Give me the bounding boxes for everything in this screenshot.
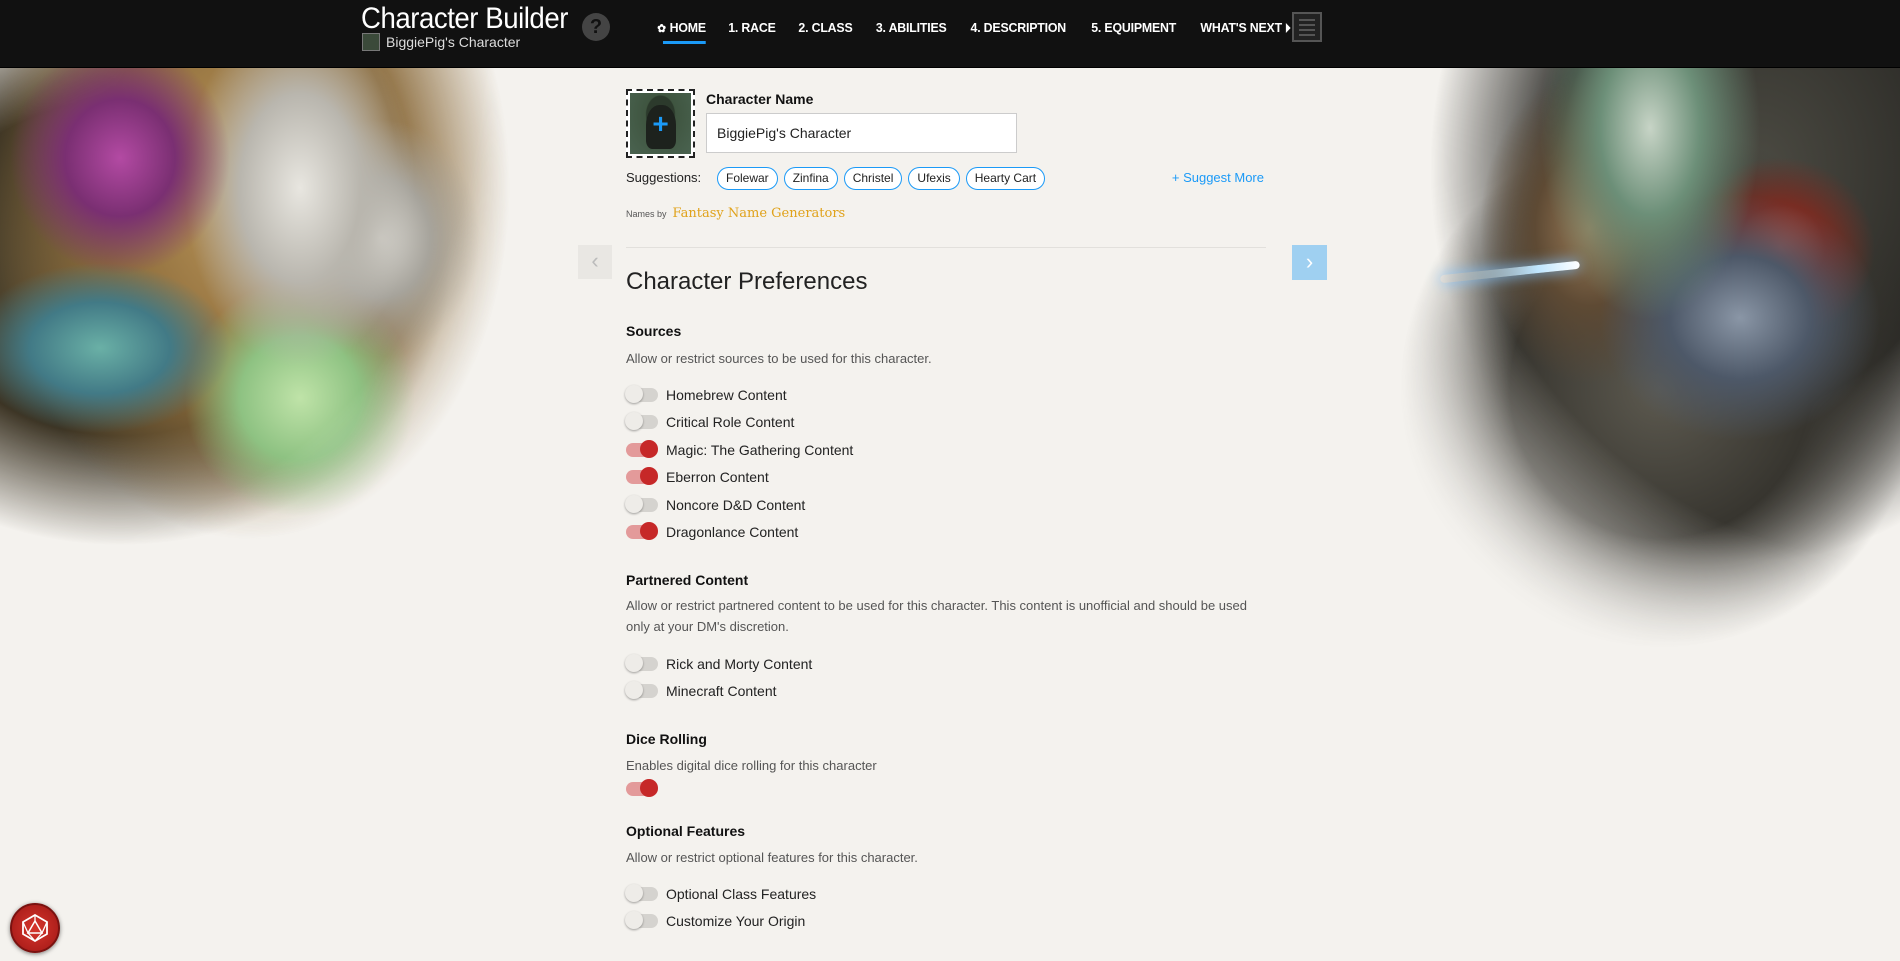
suggestion-chip[interactable]: Folewar — [717, 167, 778, 190]
sources-title: Sources — [626, 323, 682, 339]
plus-icon: + — [652, 108, 669, 139]
toggle-rick-and-morty[interactable]: Rick and Morty Content — [625, 654, 812, 674]
toggle-switch[interactable] — [625, 884, 658, 902]
optional-features-description: Allow or restrict optional features for … — [626, 850, 918, 865]
toggle-switch[interactable] — [626, 467, 658, 485]
background-dice-art — [0, 68, 620, 688]
dice-rolling-description: Enables digital dice rolling for this ch… — [626, 758, 877, 773]
toggle-critical-role[interactable]: Critical Role Content — [625, 412, 794, 432]
partnered-title: Partnered Content — [626, 572, 749, 588]
gear-icon: ✿ — [657, 23, 666, 35]
nav-class[interactable]: 2. CLASS — [789, 0, 862, 68]
toggle-minecraft[interactable]: Minecraft Content — [625, 681, 777, 701]
nav-equipment[interactable]: 5. EQUIPMENT — [1082, 0, 1186, 68]
character-name-label: Character Name — [706, 91, 814, 107]
character-name-input[interactable] — [706, 113, 1017, 153]
builder-nav: ✿ HOME 1. RACE 2. CLASS 3. ABILITIES 4. D… — [646, 0, 1303, 68]
nav-description[interactable]: 4. DESCRIPTION — [961, 0, 1075, 68]
character-subtitle-name: BiggiePig's Character — [386, 34, 521, 50]
optional-features-title: Optional Features — [626, 823, 746, 839]
toggle-magic-the-gathering[interactable]: Magic: The Gathering Content — [626, 440, 853, 460]
suggestion-chip[interactable]: Zinfina — [783, 167, 838, 190]
nav-race[interactable]: 1. RACE — [719, 0, 785, 68]
toggle-switch[interactable] — [625, 681, 658, 699]
suggestion-chips: Folewar Zinfina Christel Ufexis Hearty C… — [717, 167, 1046, 190]
app-title: Character Builder — [361, 2, 568, 35]
prev-page-button[interactable]: ‹ — [578, 245, 612, 279]
partnered-description: Allow or restrict partnered content to b… — [626, 598, 1247, 634]
toggle-customize-origin[interactable]: Customize Your Origin — [625, 911, 805, 931]
toggle-switch[interactable] — [626, 522, 658, 540]
suggestion-chip[interactable]: Christel — [843, 167, 903, 190]
toggle-dragonlance[interactable]: Dragonlance Content — [626, 522, 798, 542]
toggle-switch[interactable] — [625, 911, 658, 929]
suggestion-chip[interactable]: Hearty Cart — [965, 167, 1046, 190]
nav-home[interactable]: ✿ HOME — [648, 0, 716, 68]
dice-roller-button[interactable] — [10, 903, 60, 953]
suggestion-chip[interactable]: Ufexis — [908, 167, 960, 190]
caret-right-icon — [1286, 23, 1291, 33]
toggle-switch[interactable] — [626, 440, 658, 458]
names-by-credit: Names by Fantasy Name Generators — [626, 206, 845, 221]
page-title: Character Preferences — [626, 268, 868, 295]
character-subtitle[interactable]: BiggiePig's Character — [362, 33, 520, 51]
d20-icon — [22, 914, 48, 942]
suggest-more-link[interactable]: + Suggest More — [1172, 170, 1264, 185]
toggle-optional-class-features[interactable]: Optional Class Features — [625, 884, 816, 904]
background-adventurers-art — [1340, 68, 1900, 668]
toggle-switch[interactable] — [625, 495, 658, 513]
sources-description: Allow or restrict sources to be used for… — [626, 351, 932, 366]
divider — [626, 247, 1266, 248]
next-page-button[interactable]: › — [1292, 245, 1327, 280]
suggestions-label: Suggestions: — [626, 170, 702, 185]
toggle-switch[interactable] — [625, 654, 658, 672]
dice-rolling-title: Dice Rolling — [626, 731, 707, 747]
toggle-switch[interactable] — [625, 412, 658, 430]
toggle-switch[interactable] — [626, 779, 658, 797]
top-header: Character Builder BiggiePig's Character … — [0, 0, 1900, 68]
character-sheet-icon[interactable] — [1292, 12, 1322, 42]
toggle-eberron[interactable]: Eberron Content — [626, 467, 769, 487]
names-by-label: Names by — [626, 208, 667, 219]
fantasy-name-generators-link[interactable]: Fantasy Name Generators — [673, 206, 846, 221]
mini-avatar-icon — [362, 33, 380, 51]
toggle-switch[interactable] — [625, 385, 658, 403]
toggle-dice-rolling[interactable] — [626, 779, 658, 799]
toggle-noncore[interactable]: Noncore D&D Content — [625, 495, 805, 515]
nav-abilities[interactable]: 3. ABILITIES — [866, 0, 956, 68]
toggle-homebrew[interactable]: Homebrew Content — [625, 385, 787, 405]
help-icon[interactable]: ? — [582, 13, 610, 41]
nav-whats-next[interactable]: WHAT'S NEXT — [1191, 0, 1300, 68]
portrait-upload[interactable]: + — [626, 89, 695, 158]
